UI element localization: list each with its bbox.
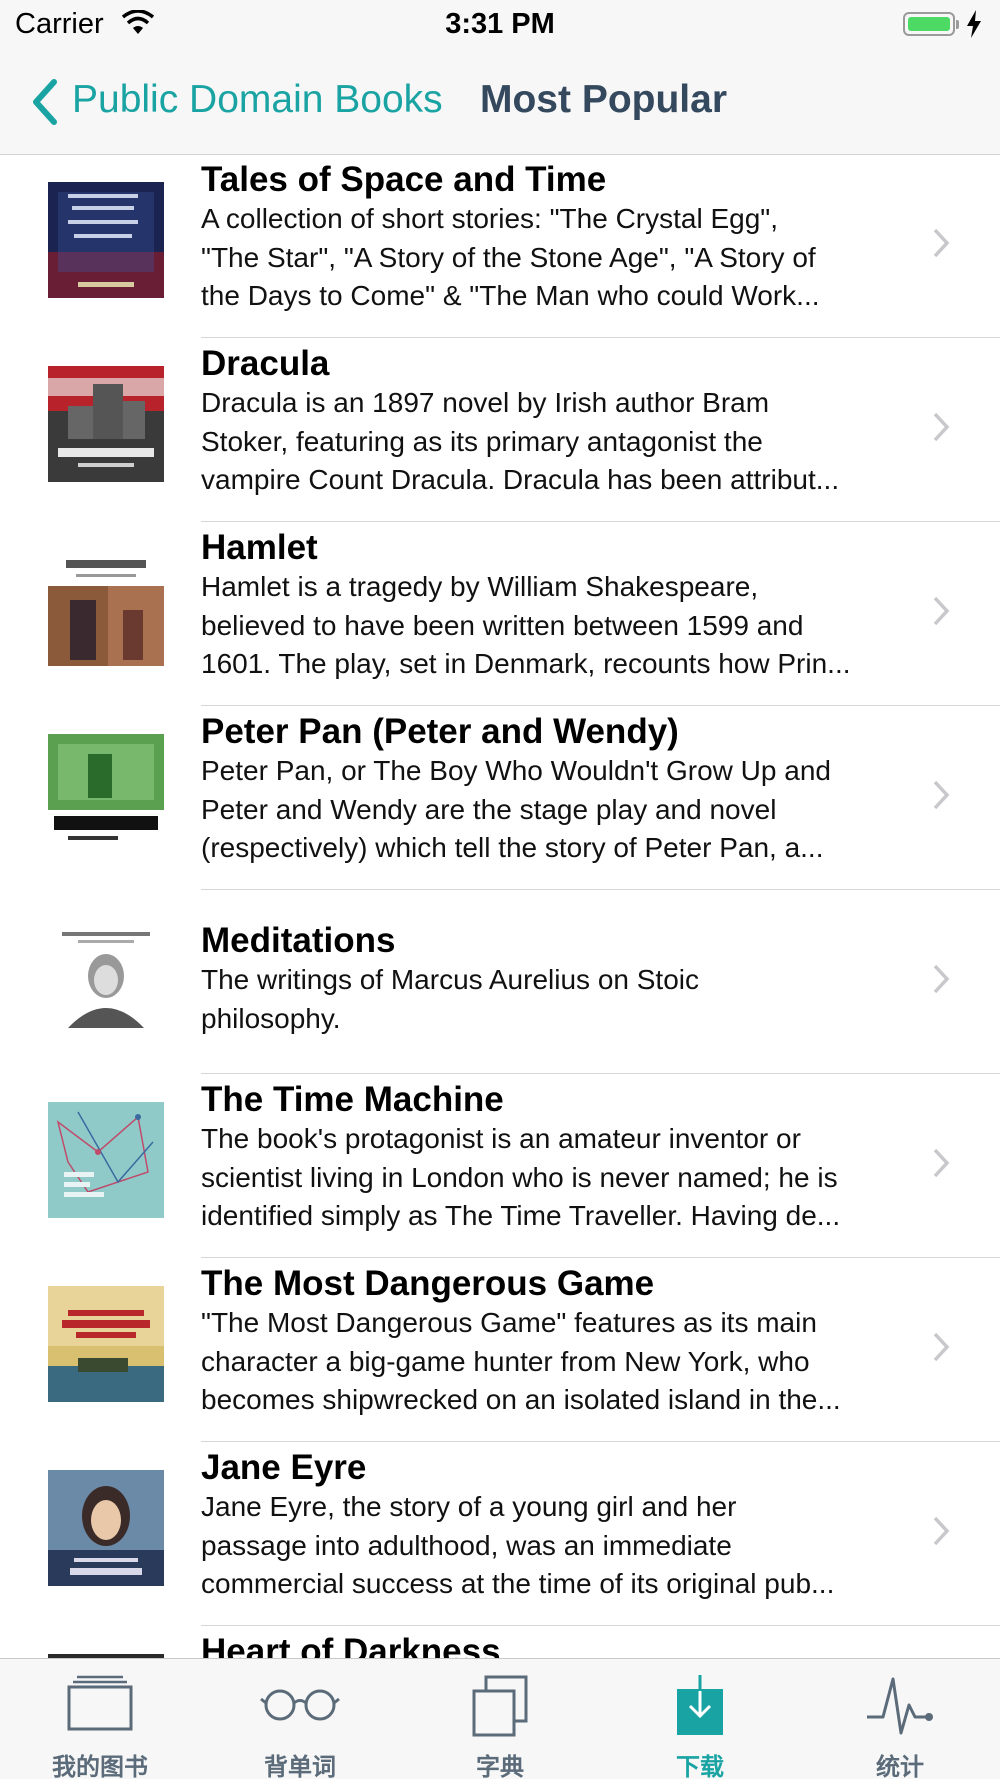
book-description: Dracula is an 1897 novel by Irish author… [201,387,840,495]
row-divider [201,337,1000,338]
glasses-icon [260,1689,340,1721]
book-row[interactable]: Hamlet Hamlet is a tragedy by William Sh… [0,523,1000,706]
row-divider [201,1441,1000,1442]
janeeyre-cover [48,1470,164,1586]
tab-label: 背单词 [264,1753,336,1781]
book-title: The Most Dangerous Game [201,1264,655,1303]
chevron-right-icon [933,228,950,258]
row-divider [201,889,1000,890]
dracula-cover [48,366,164,482]
book-description: Jane Eyre, the story of a young girl and… [201,1491,835,1599]
books-icon [67,1675,133,1731]
row-divider [201,705,1000,706]
tab-statistics[interactable]: 统计 [800,1659,1000,1781]
dictionary-icon [472,1675,528,1737]
chevron-right-icon [933,412,950,442]
book-title: Meditations [201,921,396,960]
book-row[interactable]: Heart of Darkness [0,1627,1000,1658]
book-row[interactable]: The Time Machine The book's protagonist … [0,1075,1000,1258]
chevron-right-icon [933,596,950,626]
battery-icon [903,12,955,36]
tab-my-books[interactable]: 我的图书 [0,1659,200,1781]
back-button[interactable]: Public Domain Books [72,78,443,122]
book-description: Peter Pan, or The Boy Who Wouldn't Grow … [201,755,831,863]
book-row[interactable]: The Most Dangerous Game "The Most Danger… [0,1259,1000,1442]
book-description: "The Most Dangerous Game" features as it… [201,1307,841,1415]
chevron-right-icon [933,1332,950,1362]
tab-vocabulary[interactable]: 背单词 [200,1659,400,1781]
book-description: Hamlet is a tragedy by William Shakespea… [201,571,851,679]
stats-icon [867,1677,933,1735]
tab-download[interactable]: 下载 [600,1659,800,1781]
download-icon [677,1675,723,1735]
page-title: Most Popular [480,78,728,121]
charging-icon [967,10,981,38]
tab-bar: 我的图书 背单词 字典 下载 统计 [0,1658,1000,1781]
chevron-right-icon [933,964,950,994]
row-divider [201,1257,1000,1258]
book-title: Heart of Darkness [201,1632,501,1658]
tales-cover [48,182,164,298]
clock: 3:31 PM [445,8,555,40]
book-description: The book's protagonist is an amateur inv… [201,1123,841,1231]
status-bar: Carrier 3:31 PM [0,0,1000,50]
back-chevron-icon[interactable] [30,78,60,126]
book-title: Tales of Space and Time [201,160,607,199]
book-row[interactable]: Dracula Dracula is an 1897 novel by Iris… [0,339,1000,522]
dangerousgame-cover [48,1286,164,1402]
meditations-cover [48,918,164,1034]
book-title: Peter Pan (Peter and Wendy) [201,712,679,751]
tab-label: 我的图书 [52,1753,148,1781]
chevron-right-icon [933,1148,950,1178]
navigation-bar: Public Domain Books Most Popular [0,50,1000,155]
tab-label: 字典 [476,1753,524,1781]
book-title: Hamlet [201,528,318,567]
book-row[interactable]: Jane Eyre Jane Eyre, the story of a youn… [0,1443,1000,1626]
timemachine-cover [48,1102,164,1218]
book-title: Dracula [201,344,330,383]
row-divider [201,1073,1000,1074]
book-list[interactable]: Tales of Space and Time A collection of … [0,155,1000,1658]
book-title: The Time Machine [201,1080,504,1119]
book-row[interactable]: Tales of Space and Time A collection of … [0,155,1000,338]
row-divider [201,521,1000,522]
chevron-right-icon [933,1516,950,1546]
tab-dictionary[interactable]: 字典 [400,1659,600,1781]
tab-label: 统计 [876,1753,924,1781]
book-description: The writings of Marcus Aurelius on Stoic… [201,964,699,1034]
book-title: Jane Eyre [201,1448,367,1487]
book-description: A collection of short stories: "The Crys… [201,203,820,311]
peterpan-cover [48,734,164,850]
book-row[interactable]: Meditations The writings of Marcus Aurel… [0,891,1000,1074]
row-divider [201,1625,1000,1626]
tab-label: 下载 [676,1753,724,1781]
book-row[interactable]: Peter Pan (Peter and Wendy) Peter Pan, o… [0,707,1000,890]
hamlet-cover [48,550,164,666]
chevron-right-icon [933,780,950,810]
